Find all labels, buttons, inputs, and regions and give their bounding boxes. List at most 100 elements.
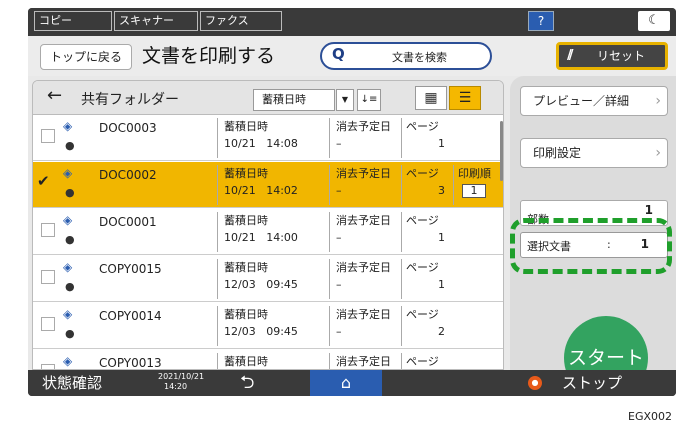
stored-date: 12/03: [224, 325, 256, 338]
footer-bar: 状態確認 2021/10/21 14:20 ⮌ ⌂ ● ストップ: [28, 370, 676, 396]
delete-label: 消去予定日: [336, 120, 391, 133]
stored-value: 12/03 09:45: [224, 276, 327, 293]
search-document-button[interactable]: Q 文書を検索: [320, 42, 492, 70]
delete-date-cell: 消去予定日: [329, 353, 399, 369]
home-icon[interactable]: ⌂: [310, 370, 382, 396]
pages-cell: ページ: [401, 353, 451, 369]
chevron-down-icon[interactable]: ▼: [336, 89, 354, 111]
table-row[interactable]: ◈ ● COPY0014 蓄積日時 12/03 09:45 消去予定日 – ページ 2: [33, 303, 503, 349]
search-label: 文書を検索: [392, 51, 447, 64]
date: 2021/10/21: [158, 372, 205, 381]
table-row[interactable]: ◈●COPY0013蓄積日時 消去予定日ページ: [33, 350, 503, 370]
document-icon: ◈: [63, 354, 73, 368]
tab-copy[interactable]: コピー: [34, 11, 112, 31]
delete-label: 消去予定日: [336, 167, 391, 180]
checkbox[interactable]: [41, 270, 55, 284]
delete-value: –: [336, 184, 342, 197]
datetime: 2021/10/21 14:20: [158, 372, 204, 392]
tab-fax[interactable]: ファクス: [200, 11, 282, 31]
stored-label: 蓄積日時: [224, 167, 268, 180]
stored-label: 蓄積日時: [224, 308, 268, 321]
stored-time: 14:00: [266, 231, 298, 244]
tab-scanner[interactable]: スキャナー: [114, 11, 198, 31]
table-row[interactable]: ◈ ● DOC0001 蓄積日時 10/21 14:00 消去予定日 – ページ 1: [33, 209, 503, 255]
help-button[interactable]: ?: [528, 11, 554, 31]
reset-button[interactable]: // リセット: [556, 42, 668, 70]
user-icon: ●: [65, 186, 75, 199]
stored-date-cell: 蓄積日時 12/03 09:45: [217, 306, 327, 346]
highlight-frame: [510, 218, 672, 274]
delete-value: –: [336, 325, 342, 338]
document-icon: ◈: [63, 260, 73, 274]
document-name: COPY0013: [99, 356, 162, 370]
main-screen: トップに戻る 文書を印刷する Q 文書を検索 // リセット ← 共有フォルダー…: [28, 36, 676, 396]
folder-name: 共有フォルダー: [81, 92, 179, 108]
stored-date: 10/21: [224, 137, 256, 150]
reset-label: リセット: [597, 49, 646, 63]
scrollbar[interactable]: [500, 121, 503, 181]
moon-icon[interactable]: ☾: [638, 11, 670, 31]
side-panel: プレビュー／詳細 › 印刷設定 › 部数 1 選択文書 : 1 スタート: [510, 76, 676, 396]
delete-value: –: [336, 231, 342, 244]
stored-date: 10/21: [224, 231, 256, 244]
stop-button[interactable]: ● ストップ: [516, 370, 676, 396]
checkbox[interactable]: [41, 317, 55, 331]
copies-value: 1: [644, 203, 653, 217]
user-icon: ●: [65, 280, 75, 293]
stop-label: ストップ: [562, 374, 623, 392]
stored-value: 10/21 14:08: [224, 135, 327, 152]
stored-time: 14:08: [266, 137, 298, 150]
top-bar: コピー スキャナー ファクス ? ☾: [28, 8, 676, 36]
pages-cell: ページ 1: [401, 212, 451, 252]
checkbox[interactable]: [41, 223, 55, 237]
preview-detail-button[interactable]: プレビュー／詳細 ›: [520, 86, 668, 116]
pages-label: ページ: [406, 261, 439, 274]
list-view-icon[interactable]: ☰: [449, 86, 481, 110]
pages-value: 2: [438, 325, 445, 338]
table-row[interactable]: ✔ ◈ ● DOC0002 蓄積日時 10/21 14:02 消去予定日 – ページ 3 印刷順 1: [33, 162, 503, 208]
status-check-button[interactable]: 状態確認: [42, 372, 102, 394]
table-row[interactable]: ◈ ● COPY0015 蓄積日時 12/03 09:45 消去予定日 – ページ 1: [33, 256, 503, 302]
pages-cell: ページ 3: [401, 165, 451, 205]
pages-label: ページ: [406, 214, 439, 227]
delete-date-cell: 消去予定日 –: [329, 306, 399, 346]
delete-label: 消去予定日: [336, 261, 391, 274]
table-row[interactable]: ◈ ● DOC0003 蓄積日時 10/21 14:08 消去予定日 – ページ 1: [33, 115, 503, 161]
document-icon: ◈: [63, 307, 73, 321]
document-icon: ◈: [63, 213, 73, 227]
back-arrow-icon[interactable]: ←: [47, 85, 62, 106]
document-icon: ◈: [63, 119, 73, 133]
pages-value: 1: [438, 231, 445, 244]
back-icon[interactable]: ⮌: [240, 370, 254, 396]
stored-time: 14:02: [266, 184, 298, 197]
pages-value: 1: [438, 137, 445, 150]
stored-value: 10/21 14:02: [224, 182, 327, 199]
stored-date: 12/03: [224, 278, 256, 291]
pages-value: 3: [438, 184, 445, 197]
sort-order-icon[interactable]: ↓≡: [357, 89, 381, 111]
stored-label: 蓄積日時: [224, 120, 268, 133]
delete-label: 消去予定日: [336, 355, 391, 368]
grid-view-icon[interactable]: ▦: [415, 86, 447, 110]
checkbox-checked-icon[interactable]: ✔: [37, 172, 50, 190]
print-order-value: 1: [462, 184, 486, 198]
pages-cell: ページ 2: [401, 306, 451, 346]
stored-date-cell: 蓄積日時 10/21 14:00: [217, 212, 327, 252]
back-to-top-button[interactable]: トップに戻る: [40, 44, 132, 70]
user-icon: ●: [65, 139, 75, 152]
document-name: COPY0015: [99, 262, 162, 276]
print-settings-button[interactable]: 印刷設定 ›: [520, 138, 668, 168]
stored-value: 12/03 09:45: [224, 323, 327, 340]
reset-icon: //: [567, 48, 573, 63]
stored-label: 蓄積日時: [224, 261, 268, 274]
checkbox[interactable]: [41, 129, 55, 143]
stored-date-cell: 蓄積日時: [217, 353, 327, 369]
sort-select[interactable]: 蓄積日時: [253, 89, 335, 111]
document-name: DOC0003: [99, 121, 157, 135]
document-list: ← 共有フォルダー 蓄積日時 ▼ ↓≡ ▦ ☰ ◈ ● DOC0003 蓄積日時 10/…: [32, 80, 504, 370]
pages-cell: ページ 1: [401, 259, 451, 299]
delete-date-cell: 消去予定日 –: [329, 212, 399, 252]
pages-cell: ページ 1: [401, 118, 451, 158]
document-icon: ◈: [63, 166, 73, 180]
delete-label: 消去予定日: [336, 308, 391, 321]
